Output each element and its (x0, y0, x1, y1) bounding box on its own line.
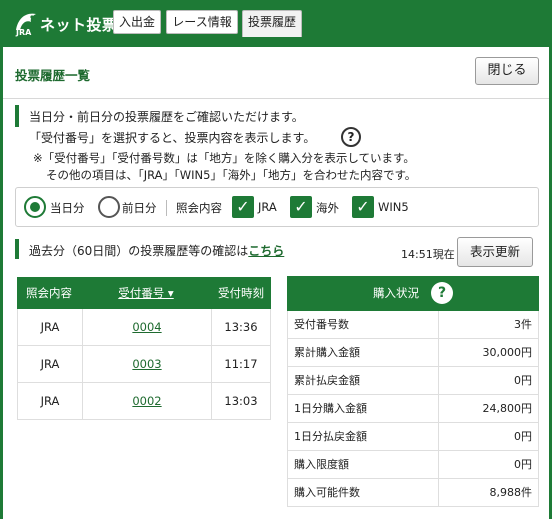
checkbox-overseas[interactable]: ✓ (290, 196, 312, 218)
cell-type: JRA (40, 320, 60, 334)
status-value: 8,988件 (489, 486, 533, 499)
section-bar (15, 105, 19, 127)
jra-logo[interactable]: JRA ネット投票 (12, 8, 117, 38)
status-row: 累計払戻金額 0円 (287, 367, 539, 395)
checkbox-overseas-label: 海外 (316, 201, 339, 215)
cell-time: 11:17 (224, 357, 258, 371)
status-label: 1日分購入金額 (294, 402, 367, 415)
history-table-header: 照会内容 受付番号 ▾ 受付時刻 (17, 277, 271, 309)
status-row: 購入可能件数 8,988件 (287, 479, 539, 507)
logo-jra-text: JRA (16, 28, 32, 37)
past-text-body: 過去分（60日間）の投票履歴等の確認は (29, 244, 249, 258)
radio-today-label: 当日分 (50, 201, 85, 215)
status-value: 0円 (514, 458, 532, 471)
checkbox-jra[interactable]: ✓ (232, 196, 254, 218)
past-text: 過去分（60日間）の投票履歴等の確認はこちら (29, 242, 284, 259)
status-label: 1日分払戻金額 (294, 430, 367, 443)
receipt-number-link[interactable]: 0002 (132, 394, 161, 408)
col-receipt-time: 受付時刻 (218, 286, 264, 300)
nav-deposit[interactable]: 入出金 (113, 10, 161, 34)
logo-brand-text: ネット投票 (40, 16, 118, 34)
help-icon[interactable]: ? (431, 282, 453, 304)
notice-line-2: 「受付番号」を選択すると、投票内容を表示します。 (29, 131, 316, 145)
cell-type: JRA (40, 394, 60, 408)
status-value: 30,000円 (482, 346, 533, 359)
cell-number: 0002 (82, 383, 212, 419)
nav-vote-history[interactable]: 投票履歴 (242, 10, 302, 37)
past-section: 過去分（60日間）の投票履歴等の確認はこちら 14:51現在 表示更新 (15, 237, 539, 269)
status-label: 購入限度額 (294, 458, 349, 471)
status-label: 累計払戻金額 (294, 374, 360, 387)
note-line-1: ※「受付番号」「受付番号数」は「地方」を除く購入分を表示しています。 (33, 151, 415, 165)
nav-race-info[interactable]: レース情報 (166, 10, 238, 34)
receipt-number-link[interactable]: 0003 (132, 357, 161, 371)
col-inquiry: 照会内容 (26, 286, 72, 300)
table-row: JRA 0003 11:17 (17, 346, 271, 383)
status-value: 0円 (514, 374, 532, 387)
checkbox-win5-label: WIN5 (378, 200, 409, 214)
receipt-number-link[interactable]: 0004 (132, 320, 161, 334)
status-row: 1日分払戻金額 0円 (287, 423, 539, 451)
purchase-status-header: 購入状況 ? (287, 276, 539, 311)
status-value: 3件 (514, 318, 532, 331)
status-row: 受付番号数 3件 (287, 311, 539, 339)
cell-time: 13:36 (224, 320, 258, 334)
status-row: 累計購入金額 30,000円 (287, 339, 539, 367)
page-header: 投票履歴一覧 閉じる (3, 47, 549, 99)
purchase-status-title: 購入状況 (373, 286, 419, 300)
status-row: 購入限度額 0円 (287, 451, 539, 479)
notice-line-1: 当日分・前日分の投票履歴をご確認いただけます。 (29, 110, 304, 124)
status-label: 受付番号数 (294, 318, 349, 331)
divider (166, 200, 167, 216)
filter-bar: 当日分 前日分 照会内容 ✓ JRA ✓ 海外 ✓ WIN5 (15, 187, 539, 227)
status-row: 1日分購入金額 24,800円 (287, 395, 539, 423)
close-button[interactable]: 閉じる (475, 57, 539, 85)
cell-number: 0003 (82, 346, 212, 382)
past-link[interactable]: こちら (248, 244, 284, 258)
status-value: 0円 (514, 430, 532, 443)
radio-yesterday[interactable] (98, 196, 120, 218)
table-row: JRA 0002 13:03 (17, 383, 271, 420)
status-label: 累計購入金額 (294, 346, 360, 359)
cell-number: 0004 (82, 309, 212, 345)
inquiry-label: 照会内容 (176, 201, 222, 215)
status-value: 24,800円 (482, 402, 533, 415)
radio-today[interactable] (24, 196, 46, 218)
help-icon[interactable]: ? (341, 127, 361, 147)
status-label: 購入可能件数 (294, 486, 360, 499)
current-time: 14:51現在 (401, 248, 455, 261)
radio-yesterday-label: 前日分 (122, 201, 157, 215)
top-bar: JRA ネット投票 入出金 レース情報 投票履歴 (0, 0, 552, 47)
page-title: 投票履歴一覧 (15, 68, 91, 83)
section-bar (15, 239, 19, 259)
table-row: JRA 0004 13:36 (17, 309, 271, 346)
cell-type: JRA (40, 357, 60, 371)
cell-time: 13:03 (224, 394, 258, 408)
refresh-button[interactable]: 表示更新 (457, 237, 533, 267)
checkbox-win5[interactable]: ✓ (352, 196, 374, 218)
col-receipt-number[interactable]: 受付番号 ▾ (81, 277, 211, 309)
page-content: 投票履歴一覧 閉じる 当日分・前日分の投票履歴をご確認いただけます。 「受付番号… (0, 47, 552, 519)
note-line-2: その他の項目は、「JRA」「WIN5」「海外」「地方」を合わせた内容です。 (46, 168, 417, 182)
checkbox-jra-label: JRA (258, 200, 277, 214)
